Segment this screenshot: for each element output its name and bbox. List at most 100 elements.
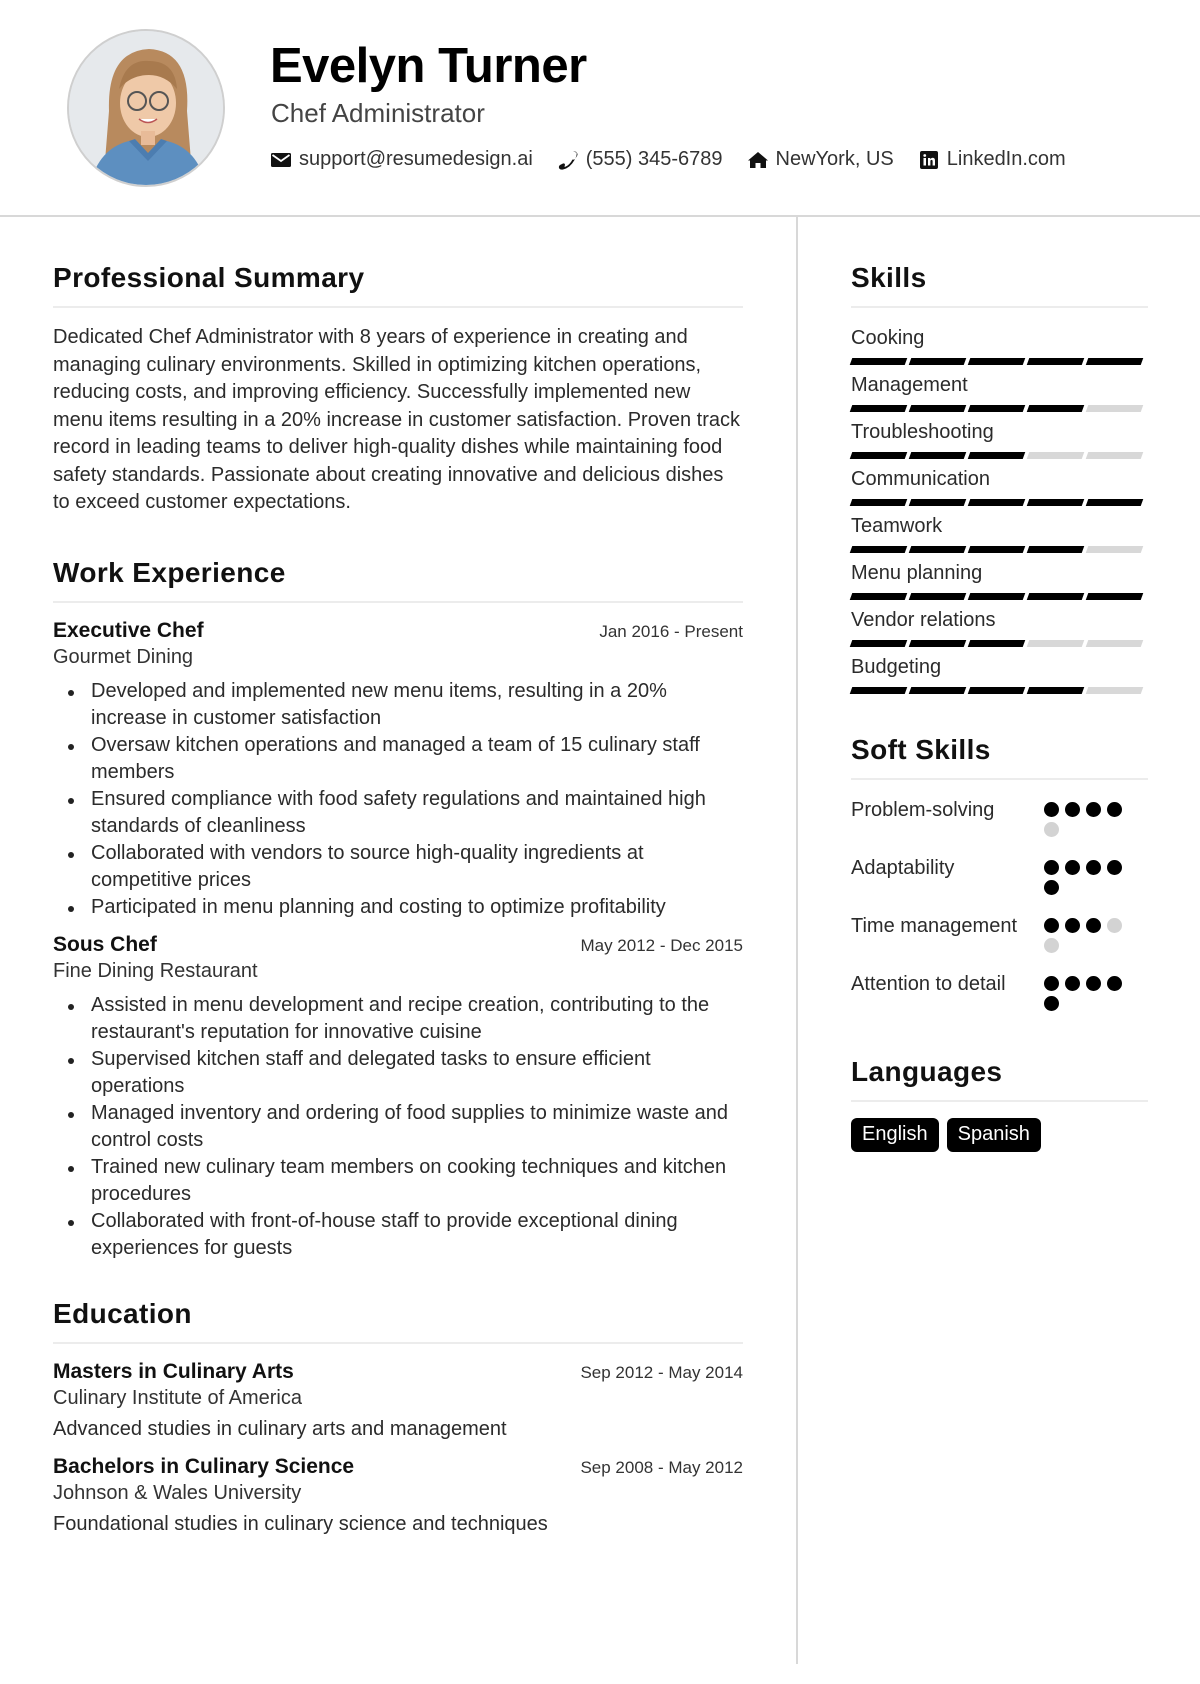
- skill-segment-empty: [1085, 546, 1144, 553]
- summary-section: Professional Summary Dedicated Chef Admi…: [53, 262, 743, 517]
- soft-skill-item: Time management: [851, 912, 1148, 958]
- skill-segment-filled: [1026, 546, 1085, 553]
- skill-name: Troubleshooting: [851, 421, 994, 443]
- experience-heading: Work Experience: [53, 557, 743, 603]
- main-column: Professional Summary Dedicated Chef Admi…: [53, 262, 743, 1550]
- rating-dot-filled: [1044, 996, 1059, 1011]
- job-header: Executive Chef Jan 2016 - Present: [53, 619, 743, 643]
- soft-skill-name: Adaptability: [851, 857, 955, 879]
- rating-dot-filled: [1107, 976, 1122, 991]
- skill-segment-empty: [1085, 405, 1144, 412]
- skill-segment-filled: [1085, 358, 1144, 365]
- skill-item: Teamwork: [849, 512, 1148, 553]
- rating-dot-filled: [1044, 976, 1059, 991]
- rating-dot-filled: [1065, 860, 1080, 875]
- bullet-item: Ensured compliance with food safety regu…: [68, 786, 743, 840]
- sidebar-column: Skills Cooking Management Troubleshooting C…: [849, 262, 1148, 1152]
- rating-dot-empty: [1044, 822, 1059, 837]
- experience-section: Work Experience Executive Chef Jan 2016 -…: [53, 557, 743, 1262]
- education-entry: Bachelors in Culinary Science Sep 2008 - …: [53, 1455, 743, 1536]
- rating-dot-filled: [1044, 880, 1059, 895]
- skills-section: Skills Cooking Management Troubleshooting C…: [849, 262, 1148, 694]
- skill-name: Teamwork: [851, 515, 943, 537]
- skill-segment-filled: [967, 546, 1026, 553]
- languages-section: Languages English Spanish: [851, 1056, 1148, 1152]
- bullet-item: Oversaw kitchen operations and managed a…: [68, 732, 743, 786]
- soft-skill-item: Adaptability: [851, 854, 1148, 900]
- education-description: Foundational studies in culinary science…: [53, 1512, 548, 1535]
- skill-segment-filled: [1026, 405, 1085, 412]
- languages-heading: Languages: [851, 1056, 1148, 1102]
- degree-name: Masters in Culinary Arts: [53, 1359, 294, 1383]
- education-heading: Education: [53, 1298, 743, 1344]
- skill-name: Vendor relations: [851, 609, 996, 631]
- rating-dot-filled: [1107, 802, 1122, 817]
- phone-text: (555) 345-6789: [585, 148, 723, 170]
- education-header: Masters in Culinary Arts Sep 2012 - May 2…: [53, 1360, 743, 1384]
- skill-segment-filled: [1085, 499, 1144, 506]
- portrait-image: [69, 31, 223, 185]
- bullet-item: Collaborated with front-of-house staff t…: [68, 1208, 743, 1262]
- skill-segment-filled: [908, 499, 967, 506]
- skill-name: Management: [851, 374, 968, 396]
- job-entry: Sous Chef May 2012 - Dec 2015 Fine Dining …: [53, 933, 743, 1262]
- skill-segment-empty: [1085, 452, 1144, 459]
- rating-dot-filled: [1086, 860, 1101, 875]
- bullet-item: Managed inventory and ordering of food s…: [68, 1100, 743, 1154]
- skill-level-bar: [849, 593, 1148, 600]
- job-header: Sous Chef May 2012 - Dec 2015: [53, 933, 743, 957]
- rating-dot-filled: [1065, 976, 1080, 991]
- contact-phone[interactable]: (555) 345-6789: [557, 148, 723, 171]
- education-dates: Sep 2008 - May 2012: [580, 1457, 743, 1477]
- job-role: Executive Chef: [53, 618, 204, 642]
- skill-level-bar: [849, 452, 1148, 459]
- language-badge: Spanish: [946, 1118, 1041, 1152]
- skill-segment-filled: [1026, 499, 1085, 506]
- envelope-icon: [270, 149, 292, 171]
- contact-linkedin[interactable]: LinkedIn.com: [918, 148, 1066, 171]
- skill-segment-empty: [1085, 687, 1144, 694]
- skill-item: Management: [849, 371, 1148, 412]
- skill-segment-empty: [1026, 640, 1085, 647]
- rating-dot-filled: [1065, 918, 1080, 933]
- job-bullets: Assisted in menu development and recipe …: [53, 992, 743, 1262]
- skill-segment-filled: [908, 593, 967, 600]
- skill-level-bar: [849, 358, 1148, 365]
- bullet-item: Collaborated with vendors to source high…: [68, 840, 743, 894]
- school-name: Johnson & Wales University: [53, 1481, 302, 1504]
- skill-level-bar: [849, 687, 1148, 694]
- rating-dot-filled: [1044, 860, 1059, 875]
- contact-email[interactable]: support@resumedesign.ai: [270, 148, 533, 171]
- skill-segment-filled: [967, 499, 1026, 506]
- rating-dot-filled: [1044, 802, 1059, 817]
- soft-skill-rating: [1044, 796, 1134, 842]
- bullet-item: Trained new culinary team members on coo…: [68, 1154, 743, 1208]
- job-company: Fine Dining Restaurant: [53, 959, 258, 982]
- skill-segment-filled: [908, 358, 967, 365]
- skill-segment-filled: [849, 405, 908, 412]
- bullet-item: Assisted in menu development and recipe …: [68, 992, 743, 1046]
- skill-segment-filled: [908, 405, 967, 412]
- skill-segment-filled: [849, 640, 908, 647]
- skill-item: Communication: [849, 465, 1148, 506]
- email-text: support@resumedesign.ai: [299, 148, 533, 170]
- job-bullets: Developed and implemented new menu items…: [53, 678, 743, 921]
- candidate-title: Chef Administrator: [271, 98, 485, 128]
- skill-level-bar: [849, 546, 1148, 553]
- soft-skill-item: Problem-solving: [851, 796, 1148, 842]
- skill-segment-filled: [908, 640, 967, 647]
- rating-dot-filled: [1107, 860, 1122, 875]
- skill-segment-empty: [1085, 640, 1144, 647]
- column-divider: [796, 217, 798, 1664]
- skill-segment-filled: [849, 546, 908, 553]
- soft-skills-heading: Soft Skills: [851, 734, 1148, 780]
- degree-name: Bachelors in Culinary Science: [53, 1454, 355, 1478]
- skill-segment-filled: [1085, 593, 1144, 600]
- skill-level-bar: [849, 405, 1148, 412]
- soft-skill-name: Attention to detail: [851, 973, 1006, 995]
- skill-segment-empty: [1026, 452, 1085, 459]
- skill-segment-filled: [1026, 358, 1085, 365]
- skill-segment-filled: [908, 546, 967, 553]
- soft-skill-item: Attention to detail: [851, 970, 1148, 1016]
- soft-skills-section: Soft Skills Problem-solving Adaptability T…: [851, 734, 1148, 1016]
